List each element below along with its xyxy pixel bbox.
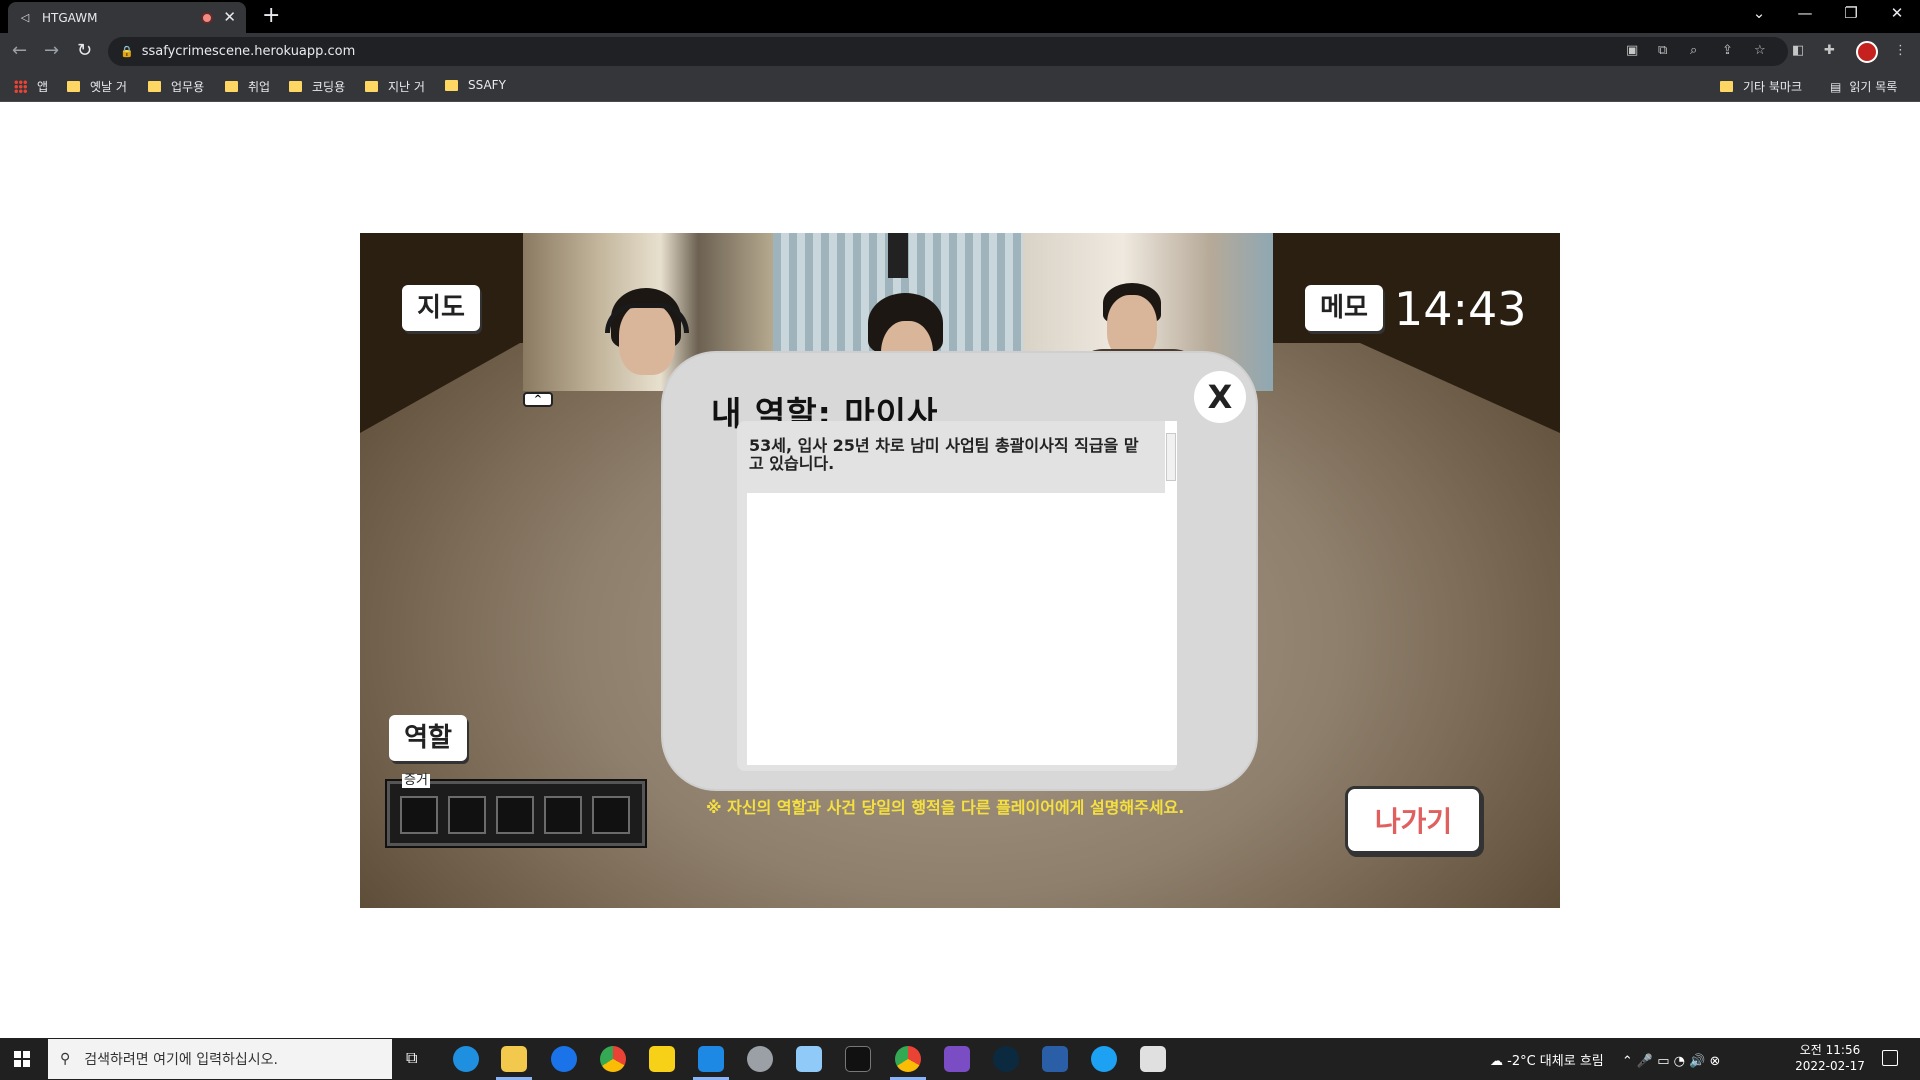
profile-avatar[interactable] xyxy=(1856,41,1878,63)
app-icon[interactable] xyxy=(1091,1046,1117,1072)
menu-icon[interactable]: ⋮ xyxy=(1894,43,1907,58)
system-tray: ☁ -2°C 대체로 흐림 ⌃ 🎤 ▭ ◔ 🔊 ⊗ xyxy=(1490,1050,1720,1069)
left-wall xyxy=(360,233,520,433)
role-detail-area xyxy=(747,493,1167,765)
new-tab-button[interactable]: + xyxy=(262,5,280,27)
evidence-inventory xyxy=(387,781,645,846)
countdown-timer: 14:43 xyxy=(1394,282,1527,336)
vscode-icon[interactable] xyxy=(698,1046,724,1072)
role-modal: 내 역할: 마이사 X 53세, 입사 25년 차로 남미 사업팀 총괄이사직 … xyxy=(661,351,1258,791)
chrome-icon[interactable] xyxy=(600,1046,626,1072)
bookmark-folder[interactable]: 업무용 xyxy=(148,78,204,95)
browser-tab-bar: ◁ HTGAWM ✕ + ⌄ — ❐ ✕ xyxy=(0,0,1920,33)
role-description: 53세, 입사 25년 차로 남미 사업팀 총괄이사직 직급을 맡고 있습니다. xyxy=(749,436,1139,473)
bookmark-folder[interactable]: SSAFY xyxy=(445,78,506,92)
app-icon[interactable] xyxy=(747,1046,773,1072)
tab-search-icon[interactable]: ⌄ xyxy=(1744,4,1774,22)
reload-icon[interactable]: ↻ xyxy=(77,41,92,61)
app-icon[interactable] xyxy=(796,1046,822,1072)
window-close-icon[interactable]: ✕ xyxy=(1882,4,1912,22)
folder-icon xyxy=(445,79,458,91)
tray-icons[interactable]: ⌃ 🎤 ▭ ◔ 🔊 ⊗ xyxy=(1622,1054,1720,1069)
evidence-slot[interactable] xyxy=(544,796,582,834)
windows-start-icon[interactable] xyxy=(14,1051,30,1067)
recording-indicator-icon xyxy=(201,11,214,24)
edge-icon[interactable] xyxy=(453,1046,479,1072)
game-scene: ^ 지도 메모 14:43 역할 증거 나가기 내 역할: 마이사 X 53세,… xyxy=(360,233,1560,908)
modal-close-button[interactable]: X xyxy=(1194,371,1246,423)
role-button[interactable]: 역할 xyxy=(389,715,467,761)
scrollbar[interactable] xyxy=(1165,421,1177,765)
scrollbar-thumb[interactable] xyxy=(1166,433,1176,481)
apps-grid-icon xyxy=(14,80,27,93)
windows-taskbar: ⚲ 검색하려면 여기에 입력하십시오. ⧉ ☁ -2°C 대체로 흐림 ⌃ 🎤 … xyxy=(0,1038,1920,1080)
bookmark-other[interactable]: 기타 북마크 xyxy=(1720,78,1802,95)
bookmark-folder[interactable]: 취업 xyxy=(225,78,270,95)
taskbar-search[interactable]: ⚲ 검색하려면 여기에 입력하십시오. xyxy=(48,1039,392,1079)
puzzle-icon[interactable]: ✚ xyxy=(1824,43,1835,58)
app-icon[interactable] xyxy=(1140,1046,1166,1072)
bookmark-star-icon[interactable]: ☆ xyxy=(1754,43,1766,58)
folder-icon xyxy=(225,81,238,92)
reading-list-icon: ▤ xyxy=(1830,79,1842,94)
address-url[interactable]: ssafycrimescene.herokuapp.com xyxy=(142,44,356,59)
instruction-hint: ※ 자신의 역할과 사건 당일의 행적을 다른 플레이어에게 설명해주세요. xyxy=(706,798,1185,817)
translate-icon[interactable]: ⧉ xyxy=(1658,43,1667,58)
restore-icon[interactable]: ❐ xyxy=(1836,4,1866,22)
folder-icon xyxy=(289,81,302,92)
unity-icon[interactable] xyxy=(845,1046,871,1072)
folder-icon xyxy=(148,81,161,92)
evidence-slot[interactable] xyxy=(592,796,630,834)
extension-icon[interactable]: ◧ xyxy=(1792,43,1804,58)
evidence-label: 증거 xyxy=(402,773,430,788)
bookmark-folder[interactable]: 지난 거 xyxy=(365,78,425,95)
folder-icon xyxy=(1720,81,1733,92)
task-view-icon[interactable]: ⧉ xyxy=(406,1048,417,1068)
address-bar[interactable]: 🔒 ssafycrimescene.herokuapp.com xyxy=(108,37,1788,66)
evidence-slot[interactable] xyxy=(496,796,534,834)
site-favicon-icon: ◁ xyxy=(20,10,30,24)
bookmark-folder[interactable]: 코딩용 xyxy=(289,78,345,95)
tab-title: HTGAWM xyxy=(42,10,98,25)
weather-text[interactable]: -2°C 대체로 흐림 xyxy=(1507,1054,1604,1069)
role-description-panel[interactable]: 53세, 입사 25년 차로 남미 사업팀 총괄이사직 직급을 맡고 있습니다. xyxy=(737,421,1177,771)
folder-icon xyxy=(67,81,80,92)
tab-close-icon[interactable]: ✕ xyxy=(223,10,236,25)
evidence-slot[interactable] xyxy=(400,796,438,834)
background-stand xyxy=(888,233,908,278)
reading-list[interactable]: ▤ 읽기 목록 xyxy=(1830,78,1897,95)
lock-icon: 🔒 xyxy=(120,45,134,58)
map-button[interactable]: 지도 xyxy=(402,285,480,331)
video-collapse-button[interactable]: ^ xyxy=(523,392,553,407)
taskbar-clock[interactable]: 오전 11:56 2022-02-17 xyxy=(1790,1042,1870,1074)
visual-studio-icon[interactable] xyxy=(944,1046,970,1072)
browser-toolbar: ← → ↻ 🔒 ssafycrimescene.herokuapp.com ▣ … xyxy=(0,33,1920,70)
bookmark-apps[interactable]: 앱 xyxy=(14,78,48,95)
forward-icon[interactable]: → xyxy=(44,41,59,61)
bookmark-folder[interactable]: 옛날 거 xyxy=(67,78,127,95)
clock-time: 오전 11:56 xyxy=(1799,1043,1861,1057)
search-placeholder: 검색하려면 여기에 입력하십시오. xyxy=(84,1052,278,1068)
clock-date: 2022-02-17 xyxy=(1795,1059,1865,1073)
mysql-icon[interactable] xyxy=(1042,1046,1068,1072)
share-icon[interactable]: ⇪ xyxy=(1722,43,1733,58)
browser-tab[interactable]: ◁ HTGAWM ✕ xyxy=(8,2,246,33)
chrome-active-icon[interactable] xyxy=(895,1046,921,1072)
evidence-slot[interactable] xyxy=(448,796,486,834)
search-icon: ⚲ xyxy=(60,1051,71,1067)
folder-icon xyxy=(365,81,378,92)
exit-button[interactable]: 나가기 xyxy=(1345,786,1482,854)
zoom-icon[interactable]: ⌕ xyxy=(1690,43,1697,58)
app-icon[interactable] xyxy=(993,1046,1019,1072)
notification-icon[interactable] xyxy=(1882,1050,1898,1066)
minimize-icon[interactable]: — xyxy=(1790,4,1820,22)
memo-button[interactable]: 메모 xyxy=(1305,285,1383,331)
internet-explorer-icon[interactable] xyxy=(551,1046,577,1072)
camera-icon[interactable]: ▣ xyxy=(1626,43,1638,58)
bookmarks-bar: 앱 옛날 거 업무용 취업 코딩용 지난 거 SSAFY 기타 북마크 ▤ 읽기 … xyxy=(0,70,1920,102)
file-explorer-icon[interactable] xyxy=(501,1046,527,1072)
cloud-icon[interactable]: ☁ xyxy=(1490,1054,1503,1069)
back-icon[interactable]: ← xyxy=(12,41,27,61)
kakao-player-icon[interactable] xyxy=(649,1046,675,1072)
